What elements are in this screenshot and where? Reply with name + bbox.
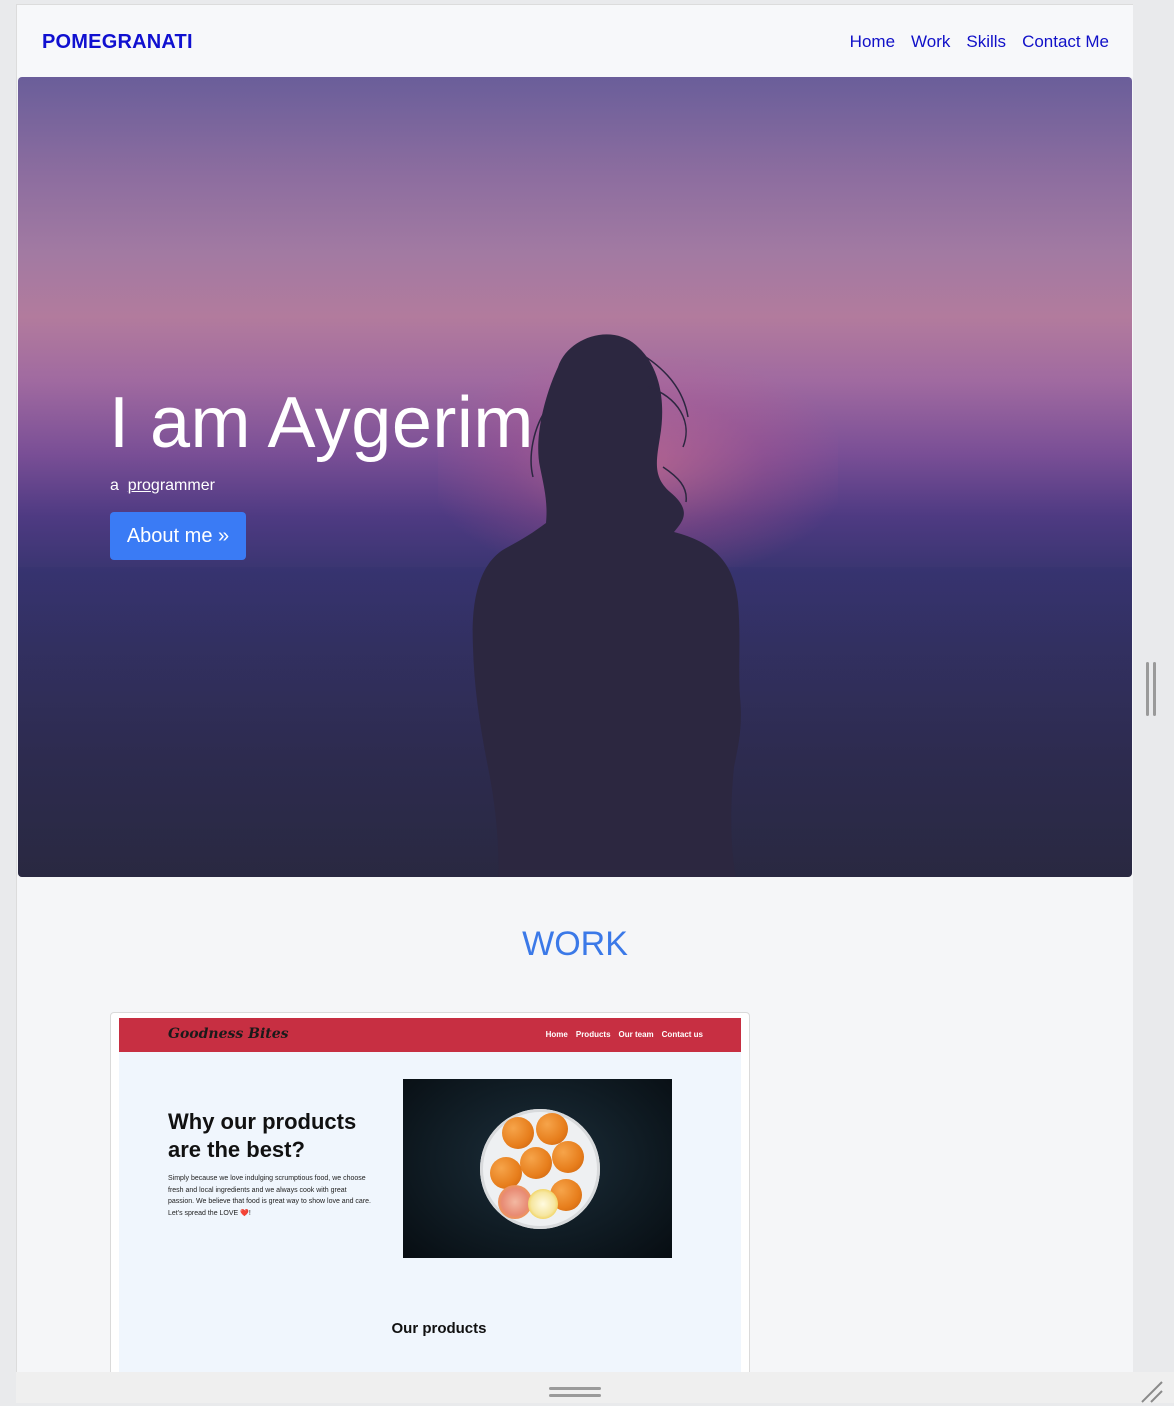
- project-navbar: Goodness Bites Home Products Our team Co…: [119, 1018, 741, 1052]
- project-subheading: Our products: [391, 1320, 487, 1337]
- project-text-line1: Simply because we love indulging scrumpt…: [168, 1175, 371, 1205]
- fruit-bowl-image: [403, 1079, 672, 1258]
- bowl-shape: [480, 1109, 600, 1229]
- project-nav-contact: Contact us: [661, 1030, 703, 1039]
- project-nav-links: Home Products Our team Contact us: [546, 1030, 703, 1039]
- work-project-card[interactable]: Goodness Bites Home Products Our team Co…: [110, 1012, 750, 1373]
- vertical-splitter-handle[interactable]: [1146, 662, 1158, 716]
- project-heading: Why our products are the best?: [168, 1109, 357, 1162]
- project-nav-team: Our team: [618, 1030, 654, 1039]
- navbar: POMEGRANATI Home Work Skills Contact Me: [17, 5, 1133, 77]
- subtitle-typed-text: pro: [127, 477, 151, 494]
- nav-links: Home Work Skills Contact Me: [850, 32, 1109, 52]
- project-screenshot[interactable]: Goodness Bites Home Products Our team Co…: [119, 1018, 741, 1373]
- nav-link-skills[interactable]: Skills: [966, 32, 1006, 52]
- project-nav-products: Products: [575, 1030, 611, 1039]
- project-brand: Goodness Bites: [168, 1026, 289, 1042]
- nav-link-home[interactable]: Home: [850, 32, 895, 52]
- hero-banner: I am Aygerim a programmer About me »: [18, 77, 1132, 877]
- browser-viewport: POMEGRANATI Home Work Skills Contact Me …: [16, 4, 1133, 1373]
- about-me-button[interactable]: About me »: [110, 512, 246, 560]
- project-text: Simply because we love indulging scrumpt…: [168, 1173, 374, 1219]
- hero-title: I am Aygerim: [109, 383, 534, 463]
- nav-link-contact[interactable]: Contact Me: [1022, 32, 1109, 52]
- project-nav-home: Home: [545, 1030, 568, 1039]
- work-section-heading: WORK: [522, 925, 628, 963]
- hero-subtitle: a programmer: [110, 477, 215, 495]
- project-text-line2: Let's spread the LOVE ❤️!: [168, 1209, 251, 1217]
- brand-logo[interactable]: POMEGRANATI: [42, 31, 193, 54]
- subtitle-prefix: a: [110, 477, 119, 494]
- nav-link-work[interactable]: Work: [911, 32, 950, 52]
- resize-grip-icon[interactable]: [1138, 1378, 1166, 1406]
- subtitle-rest: grammer: [150, 477, 215, 494]
- horizontal-splitter-handle[interactable]: [549, 1387, 601, 1399]
